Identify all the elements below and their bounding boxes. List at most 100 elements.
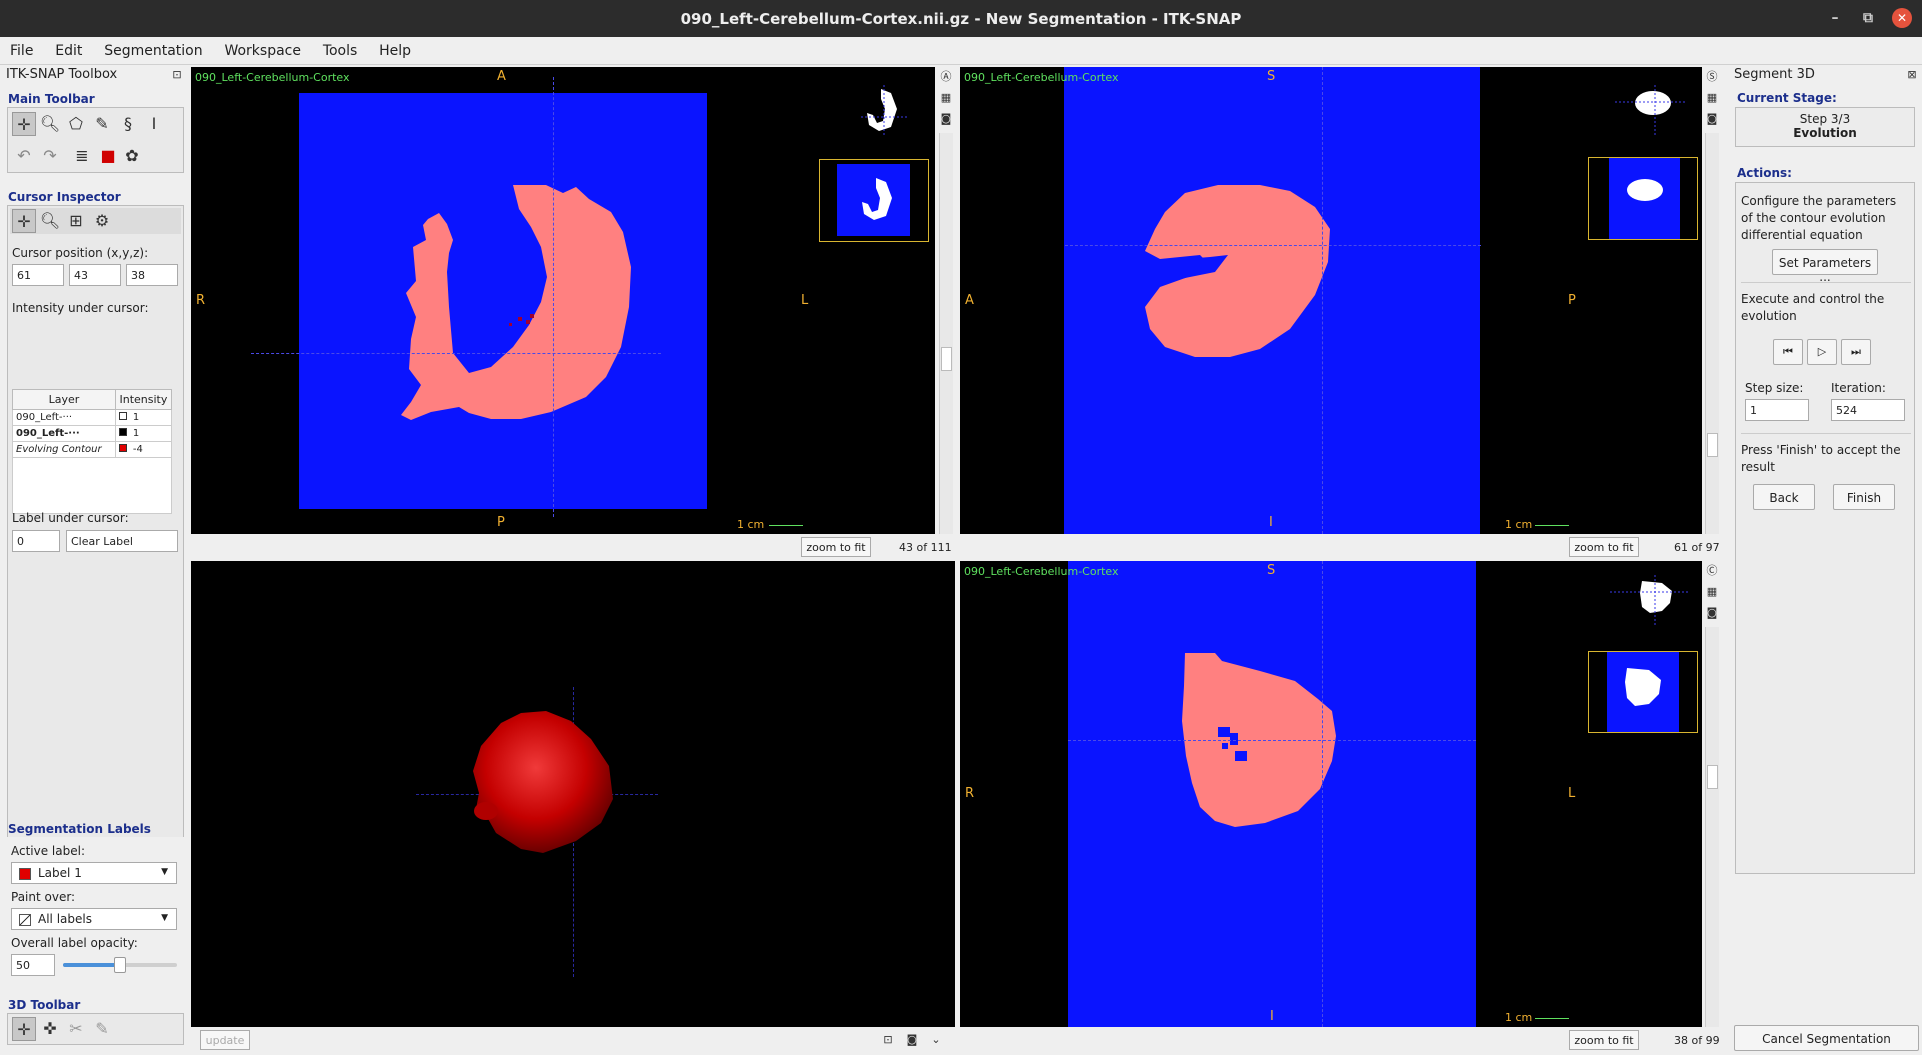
maximize-button[interactable]: ⧉ [1858,8,1878,28]
orientation-bottom: P [497,515,505,530]
opacity-field[interactable]: 50 [11,954,55,976]
annotation-view-icon[interactable]: Ⓐ [939,70,953,84]
menu-segmentation[interactable]: Segmentation [94,37,210,59]
layout-icon[interactable]: ▦ [1705,91,1719,105]
thumbnail[interactable] [819,159,929,242]
crosshair-tool-icon[interactable]: ✛ [12,112,36,136]
actions-box: Configure the parameters of the contour … [1735,182,1915,874]
rotate-3d-icon[interactable]: ✛ [12,1017,36,1041]
table-row[interactable]: 090_Left-··· 1 [12,409,173,426]
camera-icon[interactable]: ◙ [905,1033,919,1047]
thumbnail[interactable] [1588,157,1698,240]
layout-icon[interactable]: ▦ [939,91,953,105]
rewind-button[interactable]: ⏮ [1773,339,1803,365]
zoom-to-fit-button[interactable]: zoom to fit [801,537,871,557]
stage-box: Step 3/3 Evolution [1735,107,1915,147]
3d-status-bar: update ⊡ ◙ ⌄ [191,1029,955,1053]
stage-step: Step 3/3 [1799,112,1851,126]
menu-file[interactable]: File [0,37,41,59]
undo-icon[interactable]: ↶ [12,144,36,168]
cursor-h-line [251,353,661,354]
cursor-h-line [1065,245,1481,246]
close-window-button[interactable]: ✕ [1892,8,1912,28]
cursor-x-field[interactable]: 61 [12,264,64,286]
spray-icon[interactable]: ✎ [90,1017,114,1041]
slice-scrollbar[interactable] [1705,627,1719,1027]
3d-render [473,711,613,853]
set-parameters-button[interactable]: Set Parameters ... [1772,249,1878,284]
table-row[interactable]: 090_Left-··· 1 [12,425,173,442]
screenshot-icon[interactable]: ⊡ [881,1033,895,1047]
scale-label: 1 cm [737,518,765,531]
opacity-slider[interactable] [63,957,177,973]
cursor-z-field[interactable]: 38 [126,264,178,286]
close-panel-icon[interactable]: ⊠ [1905,68,1919,82]
annotation-view-icon[interactable]: Ⓢ [1705,70,1719,84]
cursor-y-field[interactable]: 43 [69,264,121,286]
chevron-down-icon[interactable]: ⌄ [929,1033,943,1047]
slice-scrollbar-handle[interactable] [1707,765,1718,789]
layers-icon[interactable]: ≣ [70,144,94,168]
zoom-tool-icon[interactable]: 🔍︎ [38,112,62,136]
slice-scrollbar-handle[interactable] [941,347,952,371]
label-id-field[interactable]: 0 [12,530,60,552]
zoom-inspect-icon[interactable]: 🔍︎ [38,209,62,233]
cancel-segmentation-button[interactable]: Cancel Segmentation [1734,1025,1919,1051]
palette-icon[interactable]: ✿ [120,144,144,168]
menu-help[interactable]: Help [369,37,419,59]
zoom-to-fit-button[interactable]: zoom to fit [1569,537,1639,557]
redo-icon[interactable]: ↷ [38,144,62,168]
thumbnail-segmentation [1627,179,1663,201]
axial-view[interactable]: 090_Left-Cerebellum-Cortex A P R L 1 cm [191,67,935,534]
menu-workspace[interactable]: Workspace [214,37,309,59]
opacity-slider-handle[interactable] [114,957,126,973]
thumbnail[interactable] [1588,651,1698,733]
menu-edit[interactable]: Edit [45,37,90,59]
finish-button[interactable]: Finish [1833,484,1895,510]
minimize-button[interactable]: – [1825,8,1845,28]
table-row[interactable]: Evolving Contour -4 [12,441,173,458]
sync-icon[interactable]: ⚙ [90,209,114,233]
orientation-right: P [1568,293,1576,308]
sagittal-view[interactable]: 090_Left-Cerebellum-Cortex S I A P 1 cm [960,67,1702,534]
intensity-swatch [118,428,127,436]
zoom-to-fit-button[interactable]: zoom to fit [1569,1030,1639,1050]
camera-icon[interactable]: ◙ [1705,112,1719,126]
axial-segmentation [401,185,631,420]
slice-scrollbar[interactable] [939,133,953,534]
cursor-inspect-icon[interactable]: ✛ [12,209,36,233]
back-button[interactable]: Back [1753,484,1815,510]
column-header-layer: Layer [12,389,116,410]
slice-scrollbar[interactable] [1705,133,1719,534]
label-name-field[interactable]: Clear Label [66,530,178,552]
update-button[interactable]: update [200,1030,250,1050]
paintbrush-tool-icon[interactable]: ✎ [90,112,114,136]
paint-over-dropdown[interactable]: All labels ▼ [11,908,177,930]
play-button[interactable]: ▷ [1807,339,1837,365]
undock-icon[interactable]: ⊡ [170,68,184,82]
step-forward-button[interactable]: ⏭ [1841,339,1871,365]
3d-view[interactable] [191,561,955,1027]
label-color-icon[interactable]: ■ [96,144,120,168]
snake-tool-icon[interactable]: § [116,112,140,136]
slice-scrollbar-handle[interactable] [1707,433,1718,457]
toolbox-panel: ITK-SNAP Toolbox ⊡ Main Toolbar ✛ 🔍︎ ⬠ ✎… [0,65,189,1055]
annotation-view-icon[interactable]: Ⓒ [1705,564,1719,578]
axial-status-bar: zoom to fit 43 of 111 [191,536,955,558]
camera-icon[interactable]: ◙ [1705,606,1719,620]
polygon-tool-icon[interactable]: ⬠ [64,112,88,136]
camera-icon[interactable]: ◙ [939,112,953,126]
active-label-dropdown[interactable]: Label 1 ▼ [11,862,177,884]
crosshair-3d-icon[interactable]: ✜ [38,1017,62,1041]
label-color-swatch [19,868,31,880]
step-size-field[interactable]: 1 [1745,399,1809,421]
toolbox-title: ITK-SNAP Toolbox [6,67,118,82]
cursor-v-line [1322,67,1323,534]
menu-tools[interactable]: Tools [313,37,366,59]
cursor-inspector-title: Cursor Inspector [8,190,121,204]
grid-icon[interactable]: ⊞ [64,209,88,233]
layout-icon[interactable]: ▦ [1705,585,1719,599]
scalpel-icon[interactable]: ✂ [64,1017,88,1041]
coronal-view[interactable]: 090_Left-Cerebellum-Cortex S I R L 1 cm [960,561,1702,1027]
annotation-tool-icon[interactable]: Ⅰ [142,112,166,136]
